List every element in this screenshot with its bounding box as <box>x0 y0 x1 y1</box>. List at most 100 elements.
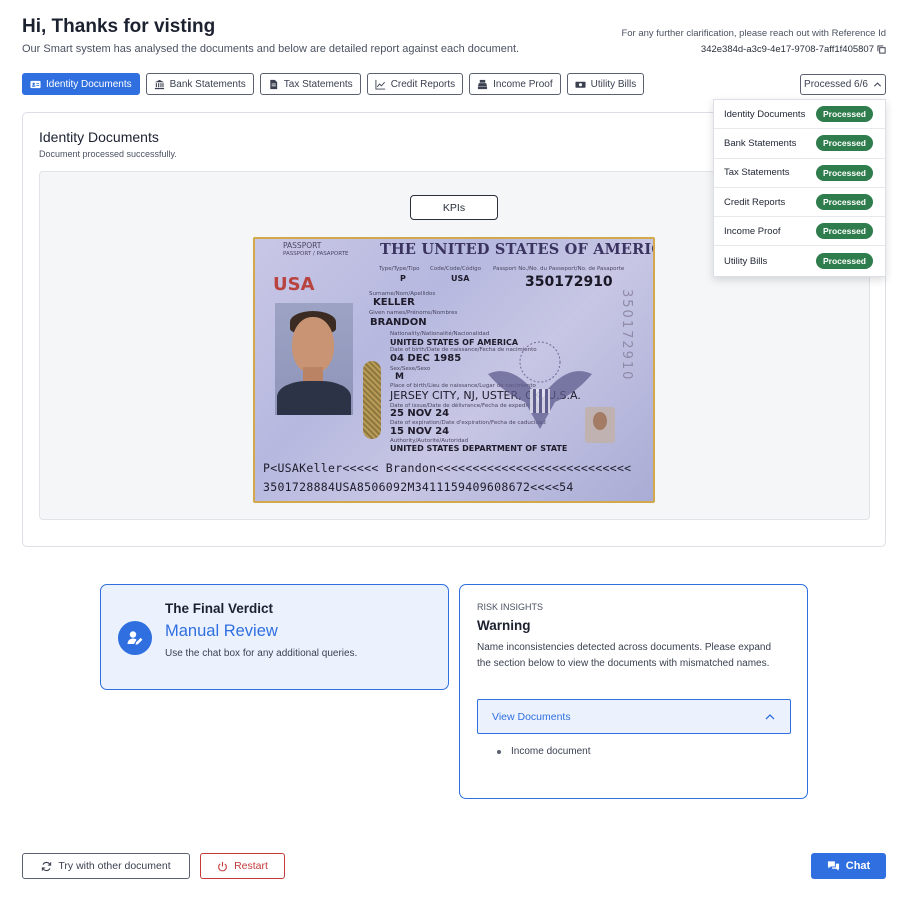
status-badge: Processed <box>816 135 873 152</box>
chat-button[interactable]: Chat <box>811 853 886 879</box>
passport-doc-label: PASSPORT PASSPORT / PASAPORTE <box>283 242 348 258</box>
passport-doc-label-sub: PASSPORT / PASAPORTE <box>283 251 349 257</box>
status-badge: Processed <box>816 223 873 240</box>
chevron-up-icon <box>873 82 882 87</box>
document-card-title: Identity Documents <box>39 129 159 145</box>
passport-issue-date: 25 NOV 24 <box>390 408 450 419</box>
dropdown-item-label: Utility Bills <box>724 255 768 267</box>
tab-bank-statements[interactable]: Bank Statements <box>145 73 254 95</box>
tab-utility-bills[interactable]: Utility Bills <box>566 73 645 95</box>
dropdown-item-label: Bank Statements <box>724 137 797 149</box>
chevron-up-icon <box>765 713 775 719</box>
tab-label: Tax Statements <box>283 78 353 90</box>
passport-given-label: Given names/Prénoms/Nombres <box>369 310 458 316</box>
dropdown-item-label: Income Proof <box>724 225 781 237</box>
dropdown-item-credit-reports[interactable]: Credit Reports Processed <box>714 188 885 218</box>
chat-label: Chat <box>845 860 871 872</box>
chat-icon <box>827 861 839 871</box>
passport-code: USA <box>451 274 470 283</box>
passport-expiry-date: 15 NOV 24 <box>390 426 450 437</box>
power-icon <box>218 861 227 871</box>
passport-vertical-number: 350172910 <box>619 289 634 382</box>
dropdown-item-utility-bills[interactable]: Utility Bills Processed <box>714 246 885 275</box>
copy-icon[interactable] <box>877 45 886 54</box>
passport-image: PASSPORT PASSPORT / PASAPORTE THE UNITED… <box>253 237 655 503</box>
processed-dropdown-button[interactable]: Processed 6/6 <box>800 74 886 95</box>
tab-income-proof[interactable]: Income Proof <box>469 73 561 95</box>
ghost-photo <box>585 407 615 443</box>
risk-label: RISK INSIGHTS <box>477 602 544 612</box>
passport-number: 350172910 <box>525 274 613 290</box>
hologram-strip <box>363 361 381 439</box>
status-badge: Processed <box>816 164 873 181</box>
view-documents-expander[interactable]: View Documents <box>477 699 791 734</box>
chart-icon <box>375 79 385 90</box>
dropdown-item-label: Identity Documents <box>724 108 806 120</box>
passport-dob: 04 DEC 1985 <box>390 353 462 364</box>
passport-mrz-line-1: P<USAKeller<<<<< Brandon<<<<<<<<<<<<<<<<… <box>263 461 632 475</box>
verdict-description: Use the chat box for any additional quer… <box>165 648 358 659</box>
mismatched-documents-list: Income document <box>497 746 591 757</box>
page-title: Hi, Thanks for visting <box>22 16 216 37</box>
eagle-seal-icon <box>488 341 592 429</box>
refresh-icon <box>42 861 52 871</box>
tab-label: Utility Bills <box>590 78 637 90</box>
view-documents-label: View Documents <box>492 710 571 723</box>
tab-credit-reports[interactable]: Credit Reports <box>366 73 464 95</box>
dropdown-item-identity-documents[interactable]: Identity Documents Processed <box>714 100 885 130</box>
verdict-title: The Final Verdict <box>165 601 274 616</box>
document-card-subtitle: Document processed successfully. <box>39 149 177 159</box>
passport-given-names: BRANDON <box>370 317 427 328</box>
status-badge: Processed <box>816 194 873 211</box>
tab-label: Income Proof <box>493 78 553 90</box>
risk-title: Warning <box>477 618 531 633</box>
dropdown-item-bank-statements[interactable]: Bank Statements Processed <box>714 129 885 159</box>
status-badge: Processed <box>816 253 873 270</box>
document-tabs: Identity Documents Bank Statements Tax S… <box>22 73 645 95</box>
passport-type-label: Type/Type/Tipo <box>379 266 420 272</box>
passport-type: P <box>400 274 406 283</box>
tab-tax-statements[interactable]: Tax Statements <box>259 73 361 95</box>
passport-header: THE UNITED STATES OF AMERICA <box>380 241 655 258</box>
restart-label: Restart <box>234 860 268 872</box>
processed-dropdown-menu: Identity Documents Processed Bank Statem… <box>713 99 886 277</box>
tab-identity-documents[interactable]: Identity Documents <box>22 73 140 95</box>
status-badge: Processed <box>816 106 873 123</box>
passport-country: USA <box>273 274 315 295</box>
passport-code-label: Code/Code/Código <box>430 266 481 272</box>
id-card-icon <box>30 80 41 88</box>
passport-photo <box>275 303 353 415</box>
dropdown-item-label: Tax Statements <box>724 167 790 179</box>
try-other-document-label: Try with other document <box>58 860 171 872</box>
page-subtitle: Our Smart system has analysed the docume… <box>22 43 520 55</box>
dropdown-item-income-proof[interactable]: Income Proof Processed <box>714 217 885 247</box>
reference-label: For any further clarification, please re… <box>621 28 886 39</box>
passport-doc-label-main: PASSPORT <box>283 241 322 250</box>
kpis-button[interactable]: KPIs <box>410 195 498 220</box>
passport-number-label: Passport No./No. du Passeport/No. de Pas… <box>493 266 625 272</box>
passport-authority: UNITED STATES DEPARTMENT OF STATE <box>390 444 568 453</box>
try-other-document-button[interactable]: Try with other document <box>22 853 190 879</box>
passport-mrz-line-2: 3501728884USA8506092M3411159409608672<<<… <box>263 480 574 494</box>
passport-nationality-label: Nationality/Nationalité/Nacionalidad <box>390 331 490 337</box>
tab-label: Identity Documents <box>46 78 132 90</box>
risk-insights-card: RISK INSIGHTS Warning Name inconsistenci… <box>459 584 808 799</box>
list-item: Income document <box>497 746 591 757</box>
dropdown-item-tax-statements[interactable]: Tax Statements Processed <box>714 159 885 188</box>
document-icon <box>270 79 277 89</box>
bank-icon <box>154 79 164 89</box>
tab-label: Credit Reports <box>390 78 456 90</box>
user-edit-icon <box>118 621 152 655</box>
verdict-status: Manual Review <box>165 622 278 640</box>
passport-sex: M <box>395 372 404 382</box>
risk-description: Name inconsistencies detected across doc… <box>477 642 772 669</box>
reference-id-text: 342e384d-a3c9-4e17-9708-7aff1f405807 <box>700 44 874 55</box>
cash-register-icon <box>478 79 488 89</box>
tab-label: Bank Statements <box>169 78 246 90</box>
dropdown-item-label: Credit Reports <box>724 196 786 208</box>
money-bill-icon <box>575 81 586 88</box>
passport-surname: KELLER <box>373 297 415 308</box>
reference-id[interactable]: 342e384d-a3c9-4e17-9708-7aff1f405807 <box>701 44 886 55</box>
final-verdict-card: The Final Verdict Manual Review Use the … <box>100 584 449 690</box>
restart-button[interactable]: Restart <box>200 853 285 879</box>
